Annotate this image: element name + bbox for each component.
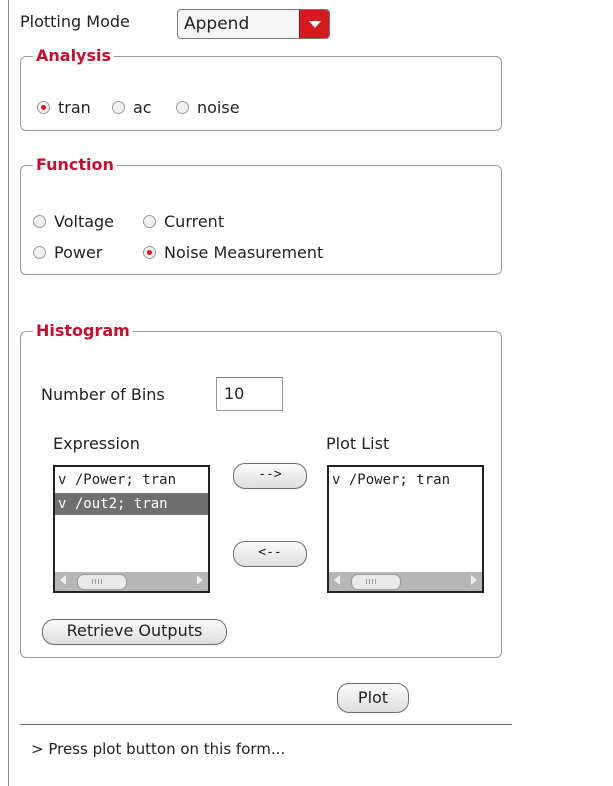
list-item[interactable]: v /Power; tran [55,469,208,491]
radio-current-label: Current [164,212,225,231]
radio-noise-measurement[interactable]: Noise Measurement [143,243,323,262]
radio-unselected-icon [33,215,46,228]
status-text: > Press plot button on this form... [31,740,286,758]
plotting-mode-dropdown[interactable]: Append [177,9,330,39]
radio-noise[interactable]: noise [176,98,240,117]
radio-power-label: Power [54,243,103,262]
plotting-mode-value: Append [184,14,250,34]
plot-list-label: Plot List [326,434,390,453]
list-item[interactable]: v /Power; tran [329,469,482,491]
remove-from-plot-list-button[interactable]: <-- [233,541,307,567]
radio-noise-measurement-label: Noise Measurement [164,243,324,262]
expression-scrollbar[interactable] [55,572,208,591]
plot-list-scrollbar[interactable] [329,572,482,591]
add-to-plot-list-button[interactable]: --> [233,463,307,489]
scroll-right-icon[interactable] [197,575,203,585]
radio-ac[interactable]: ac [112,98,152,117]
retrieve-outputs-button[interactable]: Retrieve Outputs [42,619,227,645]
chevron-down-icon[interactable] [299,10,329,38]
radio-noise-label: noise [197,98,240,117]
list-item-selected[interactable]: v /out2; tran [55,493,208,515]
radio-voltage[interactable]: Voltage [33,212,114,231]
radio-tran[interactable]: tran [37,98,91,117]
scroll-left-icon[interactable] [334,575,340,585]
scroll-left-icon[interactable] [60,575,66,585]
bins-input[interactable]: 10 [216,377,283,411]
radio-tran-label: tran [58,98,91,117]
radio-selected-icon [143,246,156,259]
radio-unselected-icon [143,215,156,228]
function-title: Function [33,155,117,174]
scroll-thumb[interactable] [77,574,127,590]
scroll-right-icon[interactable] [471,575,477,585]
radio-selected-icon [37,101,50,114]
radio-ac-label: ac [133,98,152,117]
plot-button[interactable]: Plot [337,683,409,713]
radio-voltage-label: Voltage [54,212,115,231]
radio-unselected-icon [112,101,125,114]
histogram-title: Histogram [33,321,133,340]
radio-power[interactable]: Power [33,243,102,262]
left-border [8,0,9,786]
divider [20,724,512,725]
expression-label: Expression [53,434,140,453]
analysis-group: Analysis [20,46,502,131]
plotting-mode-label: Plotting Mode [20,12,130,31]
radio-unselected-icon [33,246,46,259]
plot-list[interactable]: v /Power; tran [327,465,484,593]
radio-unselected-icon [176,101,189,114]
analysis-title: Analysis [33,46,115,65]
radio-current[interactable]: Current [143,212,224,231]
bins-label: Number of Bins [41,385,165,404]
expression-list[interactable]: v /Power; tran v /out2; tran [53,465,210,593]
scroll-thumb[interactable] [351,574,401,590]
